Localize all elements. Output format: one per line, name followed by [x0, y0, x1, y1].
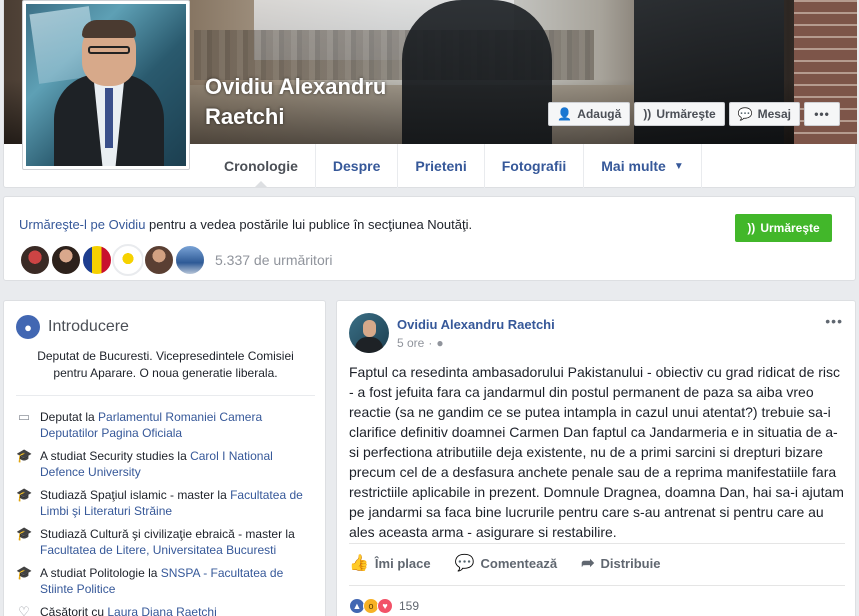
follow-green-label: Urmăreşte: [760, 221, 820, 235]
intro-item-link[interactable]: Facultatea de Litere, Universitatea Bucu…: [40, 543, 276, 557]
comment-label: Comentează: [480, 555, 558, 571]
profile-tabs: Cronologie Despre Prieteni Fotografii Ma…: [207, 144, 702, 188]
intro-item-prefix: A studiat Politologie la: [40, 566, 161, 580]
post-body: Faptul ca resedinta ambasadorului Pakist…: [349, 364, 844, 540]
add-friend-button[interactable]: 👤 Adaugă: [548, 102, 631, 126]
follow-prompt-rest: pentru a vedea postările lui publice în …: [145, 217, 473, 232]
graduation-cap-icon: 🎓: [16, 526, 33, 541]
message-label: Mesaj: [757, 107, 791, 121]
reaction-count[interactable]: 159: [399, 599, 419, 613]
post-options-icon[interactable]: •••: [825, 313, 843, 329]
thumbs-up-icon: 👍: [349, 555, 369, 572]
follower-count[interactable]: 5.337 de urmăritori: [215, 252, 333, 268]
share-label: Distribuie: [600, 555, 661, 571]
intro-bio: Deputat de Bucuresti. Vicepresedintele C…: [37, 349, 294, 380]
post-author-name[interactable]: Ovidiu Alexandru Raetchi: [397, 317, 555, 332]
post-actions: 👍 Îmi place 💬 Comentează ➦ Distribuie: [349, 553, 684, 573]
intro-item-link[interactable]: Laura Diana Raetchi: [107, 605, 216, 616]
intro-card: ● Introducere Deputat de Bucuresti. Vice…: [3, 300, 326, 616]
profile-header: Ovidiu Alexandru Raetchi 👤 Adaugă )) Urm…: [3, 0, 857, 188]
post-meta: 5 ore · ●: [397, 336, 444, 350]
divider: [349, 585, 845, 586]
divider: [349, 543, 845, 544]
tab-prieteni[interactable]: Prieteni: [398, 144, 485, 188]
tab-mai-multe[interactable]: Mai multe ▼: [584, 144, 702, 188]
chevron-down-icon: ▼: [673, 160, 684, 172]
intro-item-education: 🎓 A studiat Security studies la Carol I …: [16, 448, 316, 480]
profile-photo: [26, 4, 186, 166]
share-arrow-icon: ➦: [581, 555, 595, 572]
graduation-cap-icon: 🎓: [16, 487, 33, 502]
avatar[interactable]: [143, 244, 175, 276]
cover-actions: 👤 Adaugă )) Urmăreşte 💬 Mesaj •••: [548, 102, 840, 126]
follower-avatars: 5.337 de urmăritori: [19, 244, 333, 276]
profile-name[interactable]: Ovidiu Alexandru Raetchi: [205, 72, 435, 132]
briefcase-icon: ▭: [17, 409, 31, 424]
graduation-cap-icon: 🎓: [16, 565, 33, 580]
like-label: Îmi place: [374, 555, 431, 571]
intro-item-prefix: Studiază Cultură şi civilizaţie ebraică …: [40, 527, 295, 541]
intro-item-education: 🎓 A studiat Politologie la SNSPA - Facul…: [16, 565, 316, 597]
more-options-button[interactable]: •••: [804, 102, 840, 126]
tab-despre[interactable]: Despre: [316, 144, 399, 188]
tab-fotografii[interactable]: Fotografii: [485, 144, 585, 188]
rss-icon: )): [643, 107, 652, 121]
intro-item-education: 🎓 Studiază Cultură şi civilizaţie ebraic…: [16, 526, 316, 558]
avatar[interactable]: [174, 244, 206, 276]
intro-list: ▭ Deputat la Parlamentul Romaniei Camera…: [16, 409, 316, 616]
message-button[interactable]: 💬 Mesaj: [728, 102, 800, 126]
follow-green-button[interactable]: )) Urmăreşte: [735, 214, 832, 242]
intro-item-relationship: ♡ Căsătorit cu Laura Diana Raetchi: [16, 604, 316, 616]
heart-icon: ♡: [18, 604, 30, 616]
divider: [16, 395, 315, 396]
comment-button[interactable]: 💬 Comentează: [455, 553, 558, 573]
love-reaction-icon: ♥: [377, 598, 393, 614]
post-card: Ovidiu Alexandru Raetchi 5 ore · ● ••• F…: [336, 300, 856, 616]
avatar[interactable]: [112, 244, 144, 276]
intro-item-work: ▭ Deputat la Parlamentul Romaniei Camera…: [16, 409, 316, 441]
post-author-avatar[interactable]: [349, 313, 389, 353]
dot-separator: ·: [428, 336, 433, 350]
tab-cronologie[interactable]: Cronologie: [207, 144, 316, 188]
intro-item-prefix: Deputat la: [40, 410, 99, 424]
like-button[interactable]: 👍 Îmi place: [349, 553, 431, 573]
comment-icon: 💬: [454, 555, 475, 572]
add-friend-label: Adaugă: [577, 107, 622, 121]
globe-icon: ●: [16, 315, 40, 339]
profile-picture[interactable]: [22, 0, 190, 170]
intro-title: Introducere: [48, 318, 129, 335]
intro-item-education: 🎓 Studiază Spaţiul islamic - master la F…: [16, 487, 316, 519]
follow-label: Urmăreşte: [656, 107, 716, 121]
intro-item-prefix: Studiază Spaţiul islamic - master la: [40, 488, 231, 502]
rss-icon: )): [747, 221, 756, 235]
follow-prompt-link[interactable]: Urmăreşte-l pe Ovidiu: [19, 217, 145, 232]
follow-button[interactable]: )) Urmăreşte: [634, 102, 725, 126]
post-timestamp[interactable]: 5 ore: [397, 336, 424, 350]
reactions-summary[interactable]: ▲ o ♥ 159: [349, 598, 419, 614]
follow-prompt-card: Urmăreşte-l pe Ovidiu pentru a vedea pos…: [3, 196, 856, 281]
tab-mai-multe-label: Mai multe: [601, 158, 666, 174]
avatar[interactable]: [81, 244, 113, 276]
share-button[interactable]: ➦ Distribuie: [581, 553, 660, 573]
follow-prompt-text: Urmăreşte-l pe Ovidiu pentru a vedea pos…: [19, 217, 472, 232]
messenger-icon: 💬: [737, 107, 753, 121]
intro-item-prefix: A studiat Security studies la: [40, 449, 191, 463]
graduation-cap-icon: 🎓: [16, 448, 33, 463]
intro-item-prefix: Căsătorit cu: [40, 605, 108, 616]
more-dots-icon: •••: [814, 107, 830, 121]
intro-header: ● Introducere: [16, 315, 129, 339]
avatar[interactable]: [50, 244, 82, 276]
public-globe-icon: ●: [436, 336, 444, 350]
add-friend-icon: 👤: [557, 107, 573, 121]
avatar[interactable]: [19, 244, 51, 276]
